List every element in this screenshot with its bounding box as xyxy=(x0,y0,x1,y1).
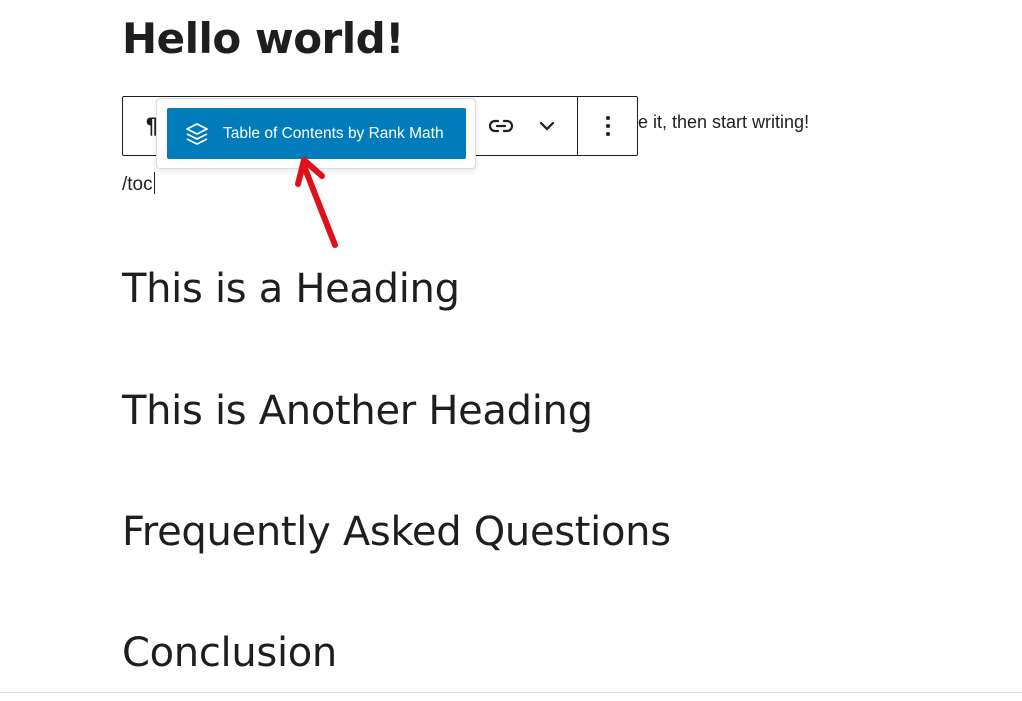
suggestion-label: Table of Contents by Rank Math xyxy=(223,124,444,142)
slash-command-input[interactable]: /toc xyxy=(122,172,155,196)
block-options-button[interactable] xyxy=(583,97,633,155)
red-arrow-icon xyxy=(295,157,338,248)
heading-block[interactable]: This is Another Heading xyxy=(122,388,593,434)
more-vertical-icon xyxy=(606,116,610,136)
footer-divider xyxy=(0,692,1022,693)
layers-icon xyxy=(184,122,210,146)
chevron-down-icon xyxy=(539,121,555,131)
editor-canvas: Hello world! ¶ e it, then start writing! xyxy=(0,0,1022,701)
more-options-dropdown[interactable] xyxy=(525,97,569,155)
paragraph-placeholder-text[interactable]: e it, then start writing! xyxy=(638,112,809,133)
heading-block[interactable]: Frequently Asked Questions xyxy=(122,509,671,555)
text-caret xyxy=(153,172,155,194)
link-button[interactable] xyxy=(479,97,523,155)
link-icon xyxy=(488,119,514,133)
slash-command-text: /toc xyxy=(122,174,153,195)
heading-block[interactable]: This is a Heading xyxy=(122,266,460,312)
post-title[interactable]: Hello world! xyxy=(122,14,404,63)
heading-block[interactable]: Conclusion xyxy=(122,630,337,676)
toolbar-divider xyxy=(577,97,578,155)
